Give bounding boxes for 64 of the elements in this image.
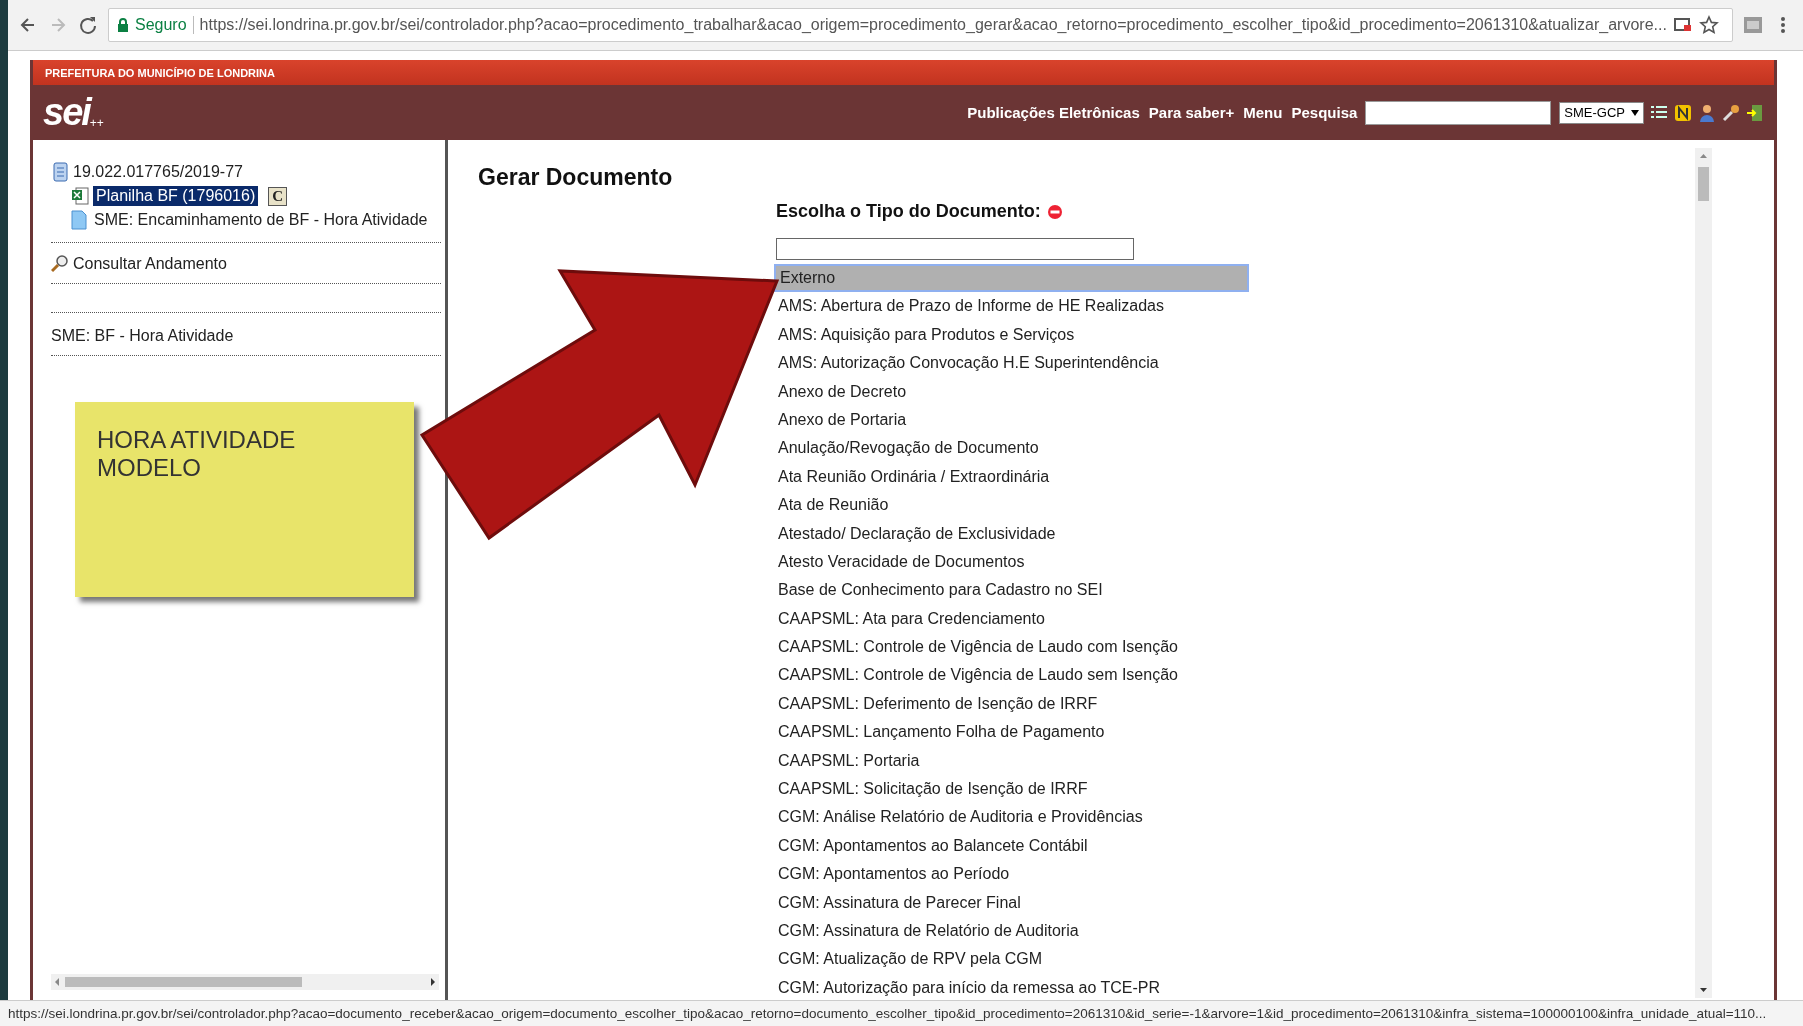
document-type-option[interactable]: CAAPSML: Controle de Vigência de Laudo sem Isenção	[774, 661, 1249, 690]
document-type-option[interactable]: CAAPSML: Ata para Credenciamento	[774, 604, 1249, 634]
document-type-option[interactable]: Anulação/Revogação de Documento	[774, 434, 1249, 463]
unit-dropdown[interactable]: SME-GCP	[1559, 101, 1644, 124]
vertical-scrollbar[interactable]	[1695, 148, 1712, 998]
document-type-option[interactable]: CGM: Assinatura de Relatório de Auditoria	[774, 917, 1249, 946]
address-bar[interactable]: Seguro https://sei.londrina.pr.gov.br/sei/controlador.php?acao=procedimento_trabalhar&acao_origem=procedimento_gerar&acao_retorno=procedimento_escolher_tipo&id_procedimento=2061310&atualizar_arvore...	[108, 8, 1733, 42]
sticky-note: HORA ATIVIDADE MODELO	[75, 402, 414, 597]
document-type-option[interactable]: CAAPSML: Lançamento Folha de Pagamento	[774, 718, 1249, 747]
nav-link[interactable]: Pesquisa	[1291, 104, 1358, 121]
page-title: Gerar Documento	[478, 164, 674, 191]
nav-link[interactable]: Menu	[1243, 104, 1283, 121]
document-link[interactable]: Planilha BF (1796016)	[93, 186, 259, 206]
document-type-option[interactable]: Atesto Veracidade de Documentos	[774, 547, 1249, 577]
document-type-option[interactable]: Ata de Reunião	[774, 491, 1249, 520]
organization-label: PREFEITURA DO MUNICÍPIO DE LONDRINA	[33, 60, 1774, 85]
reload-icon[interactable]	[78, 15, 98, 35]
document-type-option[interactable]: Base de Conhecimento para Cadastro no SEI	[774, 576, 1249, 605]
consult-link[interactable]: Consultar Andamento	[73, 255, 227, 273]
caret-icon	[1631, 109, 1639, 116]
nav-link[interactable]: Para saber+	[1148, 104, 1235, 121]
document-type-option[interactable]: AMS: Abertura de Prazo de Informe de HE Realizadas	[774, 292, 1249, 321]
type-prompt: Escolha o Tipo do Documento:	[776, 201, 1041, 222]
user-icon[interactable]	[1698, 103, 1716, 122]
document-type-option[interactable]: CGM: Assinatura de Parecer Final	[774, 888, 1249, 917]
horizontal-scrollbar[interactable]	[51, 974, 439, 990]
lock-icon	[117, 18, 129, 32]
document-type-option[interactable]: CAAPSML: Controle de Vigência de Laudo com Isenção	[774, 633, 1249, 662]
document-type-option[interactable]: CGM: Atualização de RPV pela CGM	[774, 945, 1249, 974]
exit-icon[interactable]	[1746, 103, 1764, 122]
magnifier-icon	[51, 255, 69, 273]
document-type-option[interactable]: CGM: Análise Relatório de Auditoria e Providências	[774, 803, 1249, 832]
nav-link[interactable]: Publicações Eletrônicas	[967, 104, 1140, 121]
document-type-option[interactable]: Ata Reunião Ordinária / Extraordinária	[774, 462, 1249, 492]
process-icon	[51, 162, 69, 182]
document-type-option[interactable]: AMS: Aquisição para Produtos e Serviços	[774, 320, 1249, 350]
notification-icon[interactable]	[1674, 103, 1692, 122]
secure-label: Seguro	[135, 16, 187, 34]
process-number[interactable]: 19.022.017765/2019-77	[73, 163, 243, 181]
document-type-option[interactable]: CAAPSML: Deferimento de Isenção de IRRF	[774, 689, 1249, 719]
document-type-option[interactable]: Anexo de Portaria	[774, 405, 1249, 435]
star-icon[interactable]	[1698, 15, 1719, 35]
document-type-option[interactable]: CAAPSML: Solicitação de Isenção de IRRF	[774, 775, 1249, 804]
document-type-option[interactable]: Anexo de Decreto	[774, 377, 1249, 406]
badge[interactable]: C	[268, 186, 288, 206]
spreadsheet-icon	[71, 187, 89, 205]
document-type-option[interactable]: AMS: Autorização Convocação H.E Superintendência	[774, 349, 1249, 378]
document-type-option[interactable]: CGM: Apontamentos ao Período	[774, 860, 1249, 889]
logo-suffix: ++	[89, 116, 104, 130]
document-type-option[interactable]: Externo	[774, 264, 1249, 293]
document-icon	[71, 210, 87, 230]
search-field[interactable]	[1365, 100, 1552, 125]
document-type-option[interactable]: CGM: Autorização para início da remessa ao TCE-PR	[774, 973, 1249, 1003]
document-type-option[interactable]: CGM: Apontamentos ao Balancete Contábil	[774, 831, 1249, 861]
remove-icon[interactable]	[1046, 203, 1063, 220]
document-type-option[interactable]: CAAPSML: Portaria	[774, 746, 1249, 776]
document-type-option[interactable]: Atestado/ Declaração de Exclusividade	[774, 519, 1249, 548]
extension-icon[interactable]	[1743, 15, 1763, 35]
document-link[interactable]: SME: Encaminhamento de BF - Hora Atividade	[91, 210, 431, 230]
marker-label[interactable]: SME: BF - Hora Atividade	[51, 313, 441, 356]
url-text: https://sei.londrina.pr.gov.br/sei/controlador.php?acao=procedimento_trabalhar&acao_origem=procedimento_gerar&acao_retorno=procedimento_escolher_tipo&id_procedimento=2061310&atualizar_arvore...	[199, 16, 1667, 34]
filter-field[interactable]	[776, 238, 1134, 260]
status-url: https://sei.londrina.pr.gov.br/sei/controlador.php?acao=documento_receber&acao_origem=documento_escolher_tipo&acao_retorno=documento_escolher_tipo&id_procedimento=2061310&id_serie=-1&arvore=1&id_procedimento=2061310&infra_sistema=100000100&infra_unidade_atual=110...	[0, 1000, 1803, 1026]
logo[interactable]: sei	[43, 91, 90, 134]
